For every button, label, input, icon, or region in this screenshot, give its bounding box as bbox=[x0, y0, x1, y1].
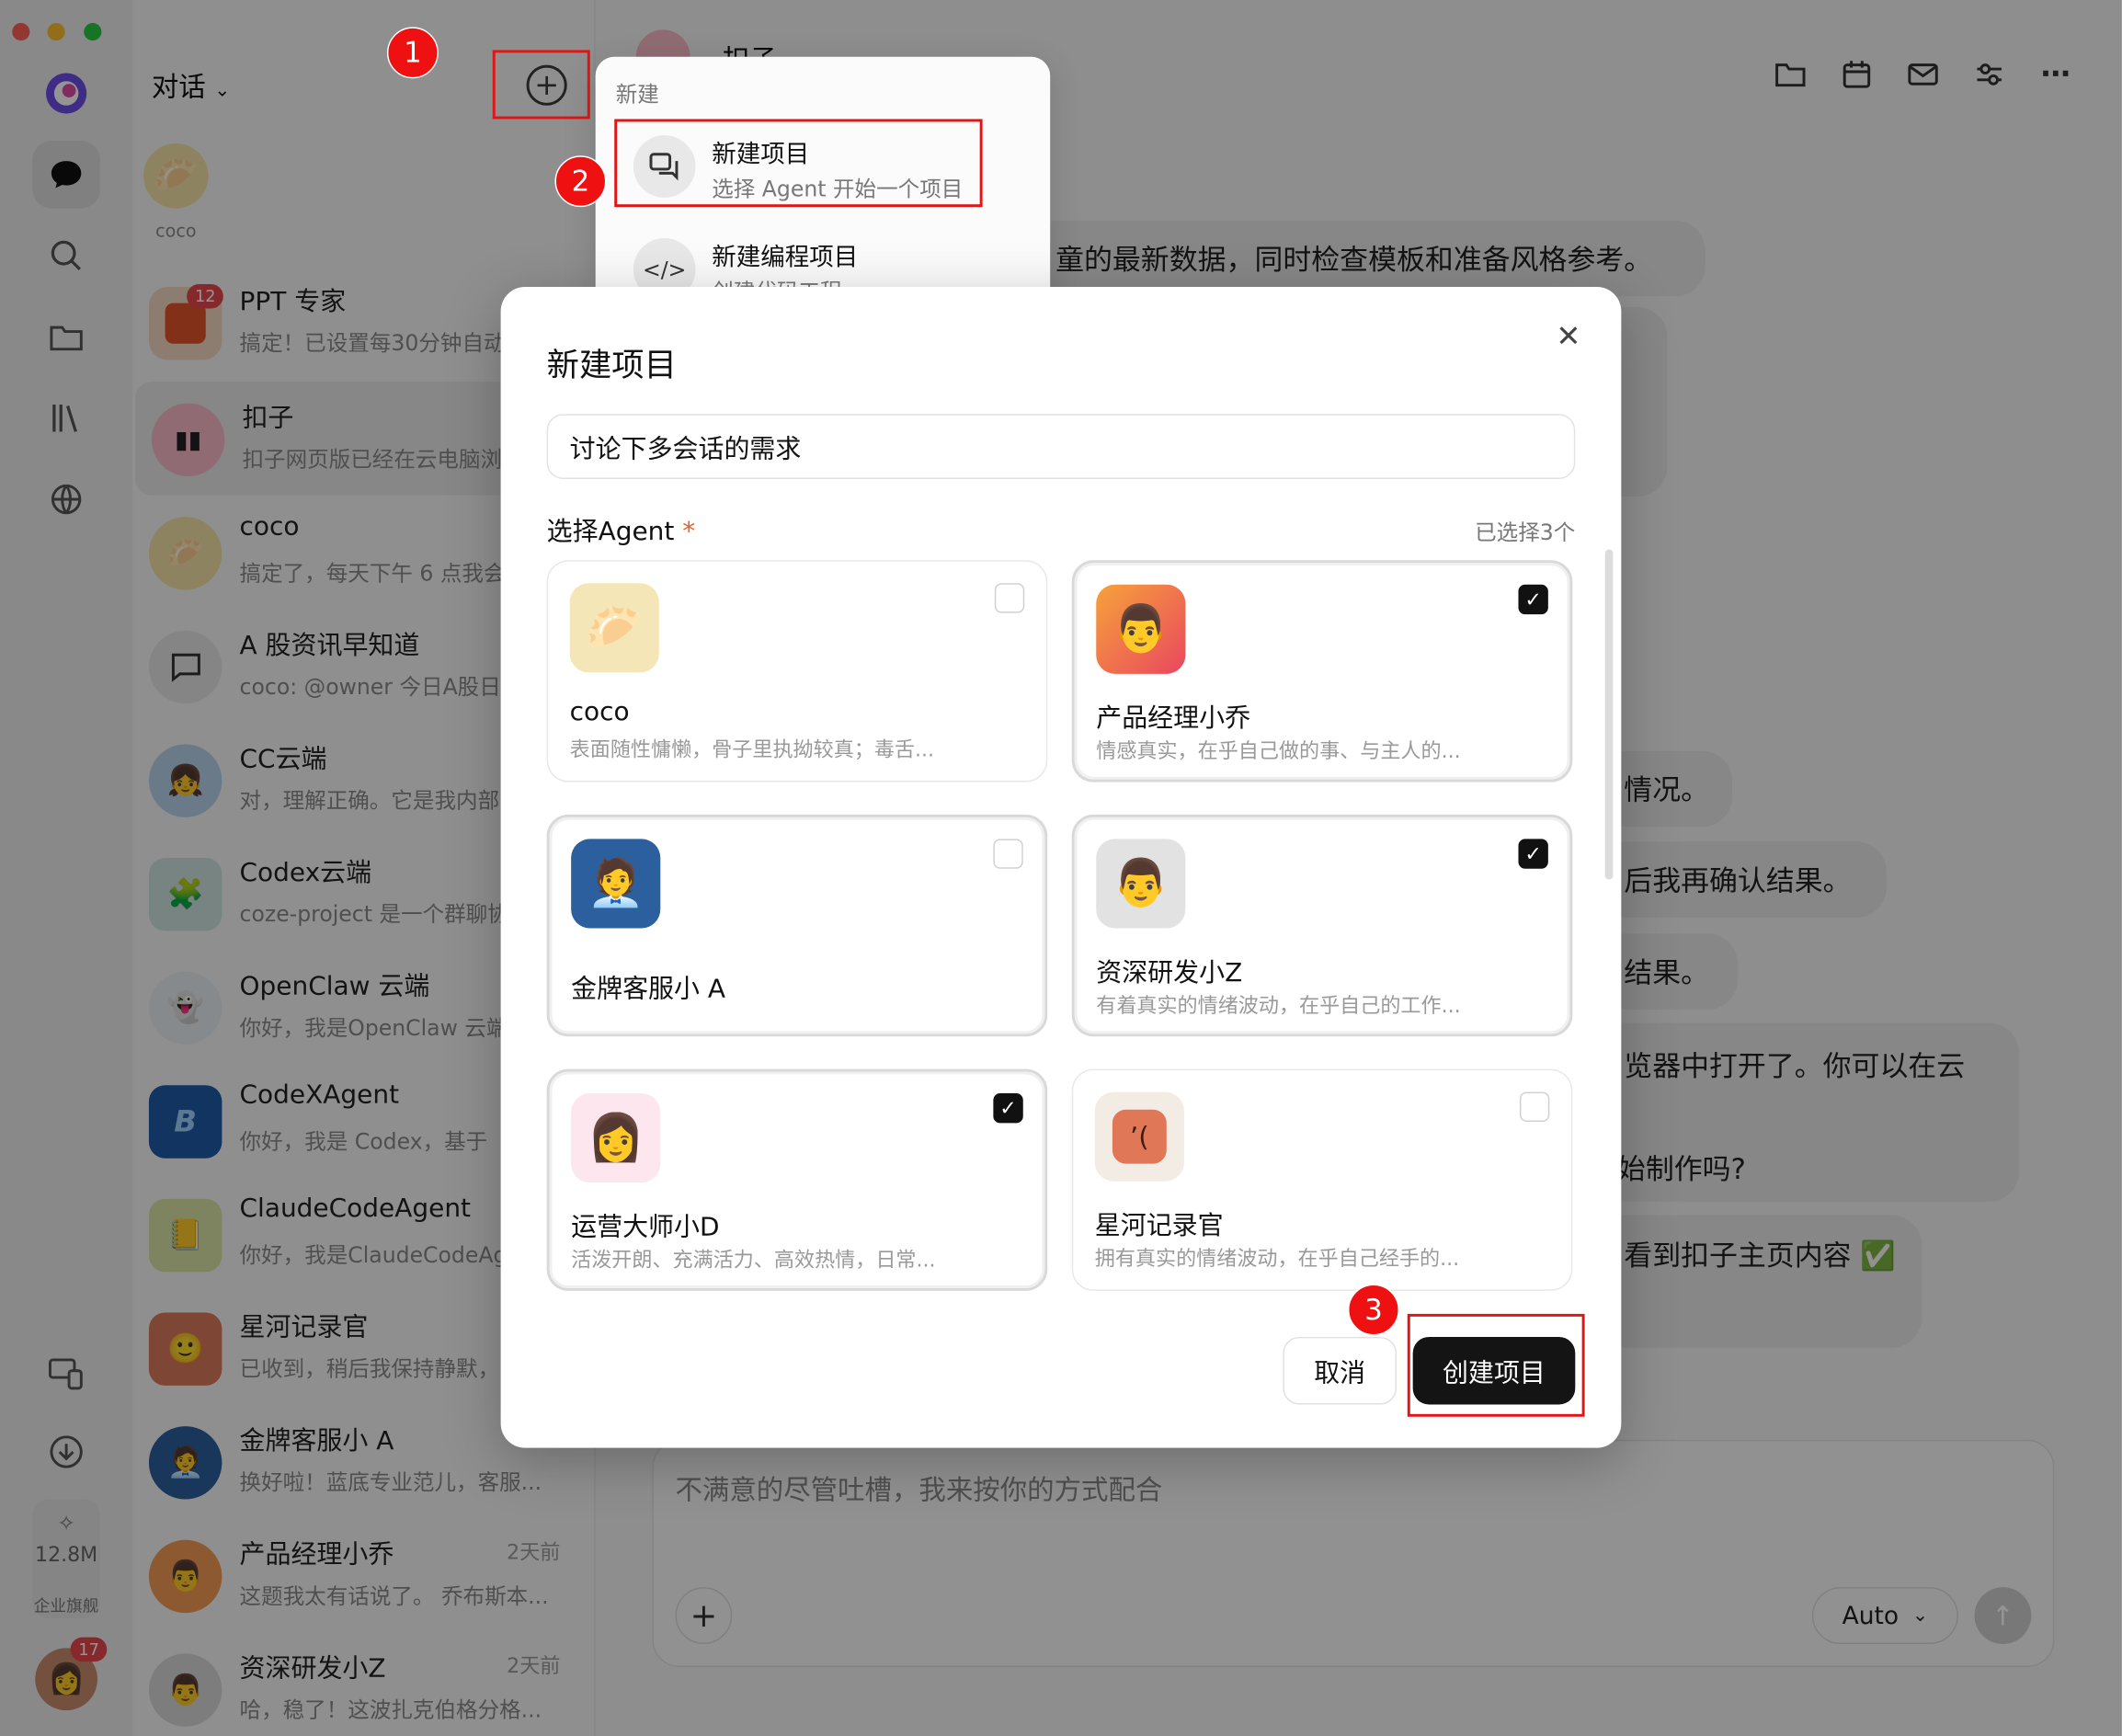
agent-card-ops[interactable]: 👩 ✓ 运营大师小D 活泼开朗、充满活力、高效热情，日常... bbox=[546, 1068, 1048, 1291]
agent-desc: 表面随性慵懒，骨子里执拗较真；毒舌... bbox=[569, 737, 935, 762]
app-window: ✧ 12.8M 企业旗舰 👩 17 对话 ⌄ 🥟 coco 12 PPT 专家 … bbox=[0, 0, 2122, 1736]
agent-label: 选择Agent * bbox=[547, 511, 696, 548]
dev-avatar: 👨 bbox=[1096, 839, 1186, 929]
agent-name: 运营大师小D bbox=[571, 1212, 720, 1242]
agent-card-service[interactable]: 🧑‍💼 金牌客服小 A bbox=[546, 814, 1048, 1037]
agent-card-dev[interactable]: 👨 ✓ 资深研发小Z 有着真实的情绪波动，在乎自己的工作... bbox=[1071, 814, 1573, 1037]
annotation-number: 3 bbox=[1348, 1284, 1399, 1336]
agent-checkbox[interactable] bbox=[1519, 1091, 1550, 1122]
agent-name: 金牌客服小 A bbox=[571, 974, 726, 1004]
required-mark: * bbox=[682, 517, 696, 547]
agent-name: 产品经理小乔 bbox=[1096, 703, 1251, 734]
coco-avatar: 🥟 bbox=[569, 583, 659, 673]
pm-avatar: 👨 bbox=[1096, 584, 1186, 674]
agent-checkbox[interactable] bbox=[994, 583, 1025, 613]
agent-card-pm[interactable]: 👨 ✓ 产品经理小乔 情感真实，在乎自己做的事、与主人的... bbox=[1071, 560, 1573, 782]
annotation-number: 2 bbox=[554, 155, 607, 208]
close-icon[interactable]: ✕ bbox=[1548, 316, 1589, 357]
modal-title: 新建项目 bbox=[546, 346, 677, 384]
annotation-box-3 bbox=[1407, 1313, 1585, 1417]
agent-name: 星河记录官 bbox=[1094, 1211, 1224, 1241]
new-plus-button[interactable]: + bbox=[526, 64, 567, 106]
new-project-modal: 新建项目 ✕ 讨论下多会话的需求 选择Agent * 已选择3个 🥟 coco … bbox=[500, 286, 1622, 1448]
agent-desc: 活泼开朗、充满活力、高效热情，日常... bbox=[571, 1247, 936, 1273]
agent-checkbox[interactable] bbox=[993, 839, 1023, 869]
project-name-input[interactable]: 讨论下多会话的需求 bbox=[546, 414, 1576, 479]
agent-label-text: 选择Agent bbox=[546, 517, 675, 547]
xinghe-avatar: ʼ( bbox=[1094, 1091, 1184, 1182]
agent-desc: 有着真实的情绪波动，在乎自己的工作... bbox=[1096, 993, 1461, 1018]
cancel-button[interactable]: 取消 bbox=[1283, 1336, 1398, 1405]
agent-checkbox[interactable]: ✓ bbox=[1518, 839, 1548, 869]
selected-count: 已选择3个 bbox=[1475, 520, 1576, 546]
annotation-number: 1 bbox=[386, 27, 439, 79]
agent-desc: 拥有真实的情绪波动，在乎自己经手的... bbox=[1094, 1246, 1460, 1271]
agent-name: coco bbox=[569, 696, 630, 727]
service-avatar: 🧑‍💼 bbox=[571, 839, 661, 929]
agent-name: 资深研发小Z bbox=[1096, 957, 1243, 988]
scrollbar[interactable] bbox=[1604, 549, 1614, 880]
agent-checkbox[interactable]: ✓ bbox=[1518, 584, 1548, 615]
menu-section-label: 新建 bbox=[615, 81, 659, 108]
agent-desc: 情感真实，在乎自己做的事、与主人的... bbox=[1096, 738, 1461, 763]
agent-checkbox[interactable]: ✓ bbox=[993, 1093, 1023, 1124]
menu-item-title: 新建编程项目 bbox=[712, 243, 859, 272]
agent-card-coco[interactable]: 🥟 coco 表面随性慵懒，骨子里执拗较真；毒舌... bbox=[546, 560, 1048, 782]
ops-avatar: 👩 bbox=[571, 1093, 661, 1183]
agent-card-xinghe[interactable]: ʼ( 星河记录官 拥有真实的情绪波动，在乎自己经手的... bbox=[1071, 1068, 1573, 1291]
annotation-box-2 bbox=[614, 119, 983, 208]
